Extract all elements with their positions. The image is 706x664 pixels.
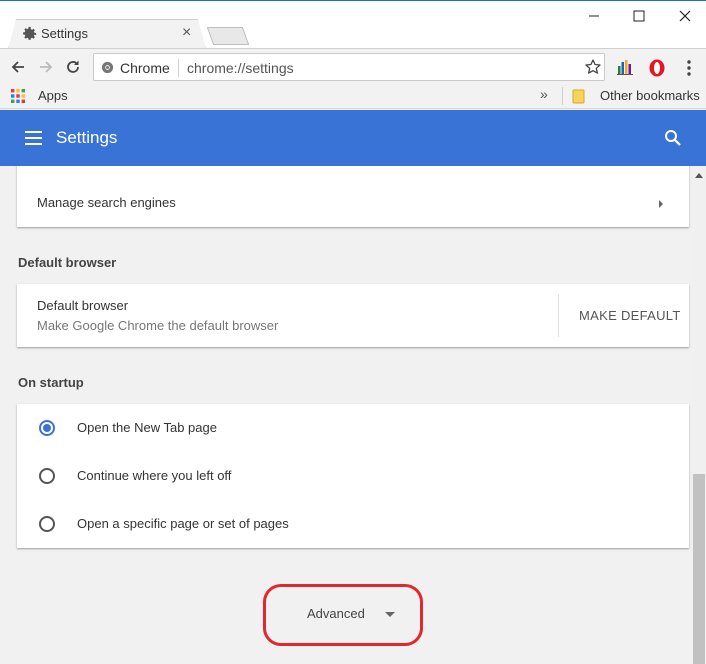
radio-continue[interactable] — [39, 468, 55, 484]
advanced-label: Advanced — [307, 606, 365, 621]
site-chip: Chrome — [120, 60, 170, 76]
title-bar: Settings × — [0, 0, 706, 48]
advanced-button[interactable]: Advanced — [290, 604, 400, 626]
startup-option-label: Open the New Tab page — [77, 420, 217, 435]
startup-option-label: Continue where you left off — [77, 468, 232, 483]
divider — [178, 59, 179, 77]
scroll-up-arrow-icon[interactable] — [695, 172, 703, 178]
arrow-right-icon[interactable] — [37, 58, 55, 76]
chevron-right-icon[interactable] — [657, 200, 665, 208]
menu-icon[interactable] — [25, 131, 42, 145]
apps-grid-icon[interactable] — [11, 89, 25, 103]
caret-down-icon — [385, 612, 395, 617]
minimize-button[interactable] — [579, 7, 609, 25]
settings-content: Manage search engines Default browser De… — [0, 166, 692, 664]
bookmarks-overflow-button[interactable]: » — [540, 86, 548, 102]
default-browser-title: Default browser — [37, 298, 129, 313]
search-engine-card: Manage search engines — [17, 166, 689, 227]
arrow-left-icon[interactable] — [9, 58, 27, 76]
maximize-button[interactable] — [624, 7, 654, 25]
radio-new-tab[interactable] — [39, 420, 55, 436]
startup-option[interactable]: Open the New Tab page — [17, 404, 689, 452]
gear-icon — [23, 26, 37, 40]
chrome-site-icon — [101, 61, 114, 74]
section-default-browser: Default browser — [18, 255, 117, 270]
make-default-button[interactable]: MAKE DEFAULT — [579, 308, 681, 323]
divider — [562, 87, 563, 105]
bookmarks-bar: Apps » Other bookmarks — [0, 85, 706, 109]
default-browser-card: Default browser Make Google Chrome the d… — [17, 284, 689, 347]
scrollbar-thumb[interactable] — [693, 474, 705, 664]
radio-specific-pages[interactable] — [39, 516, 55, 532]
on-startup-card: Open the New Tab page Continue where you… — [17, 404, 689, 548]
chart-extension-icon[interactable] — [616, 58, 634, 76]
startup-option-label: Open a specific page or set of pages — [77, 516, 289, 531]
star-icon[interactable] — [584, 58, 602, 76]
settings-header: Settings — [0, 110, 706, 166]
more-vert-icon[interactable] — [682, 58, 696, 78]
url-text[interactable]: chrome://settings — [187, 60, 294, 76]
opera-extension-icon[interactable] — [647, 58, 667, 78]
startup-option[interactable]: Open a specific page or set of pages — [17, 500, 689, 548]
section-on-startup: On startup — [18, 375, 84, 390]
browser-toolbar: Chrome chrome://settings — [0, 48, 706, 85]
manage-search-engines-link[interactable]: Manage search engines — [37, 195, 176, 210]
apps-shortcut[interactable]: Apps — [38, 88, 68, 103]
reload-icon[interactable] — [64, 58, 82, 76]
tab-title: Settings — [41, 26, 88, 41]
default-browser-subtitle: Make Google Chrome the default browser — [37, 318, 279, 333]
other-bookmarks-folder[interactable]: Other bookmarks — [600, 88, 700, 103]
tab-close-button[interactable]: × — [182, 24, 191, 42]
folder-icon — [572, 89, 585, 104]
address-bar[interactable]: Chrome chrome://settings — [93, 53, 605, 81]
divider — [558, 294, 559, 337]
new-tab-button[interactable] — [206, 27, 250, 45]
scrollbar[interactable] — [692, 166, 706, 664]
close-window-button[interactable] — [670, 7, 700, 25]
startup-option[interactable]: Continue where you left off — [17, 452, 689, 500]
page-title: Settings — [56, 128, 118, 147]
search-icon[interactable] — [664, 129, 682, 147]
